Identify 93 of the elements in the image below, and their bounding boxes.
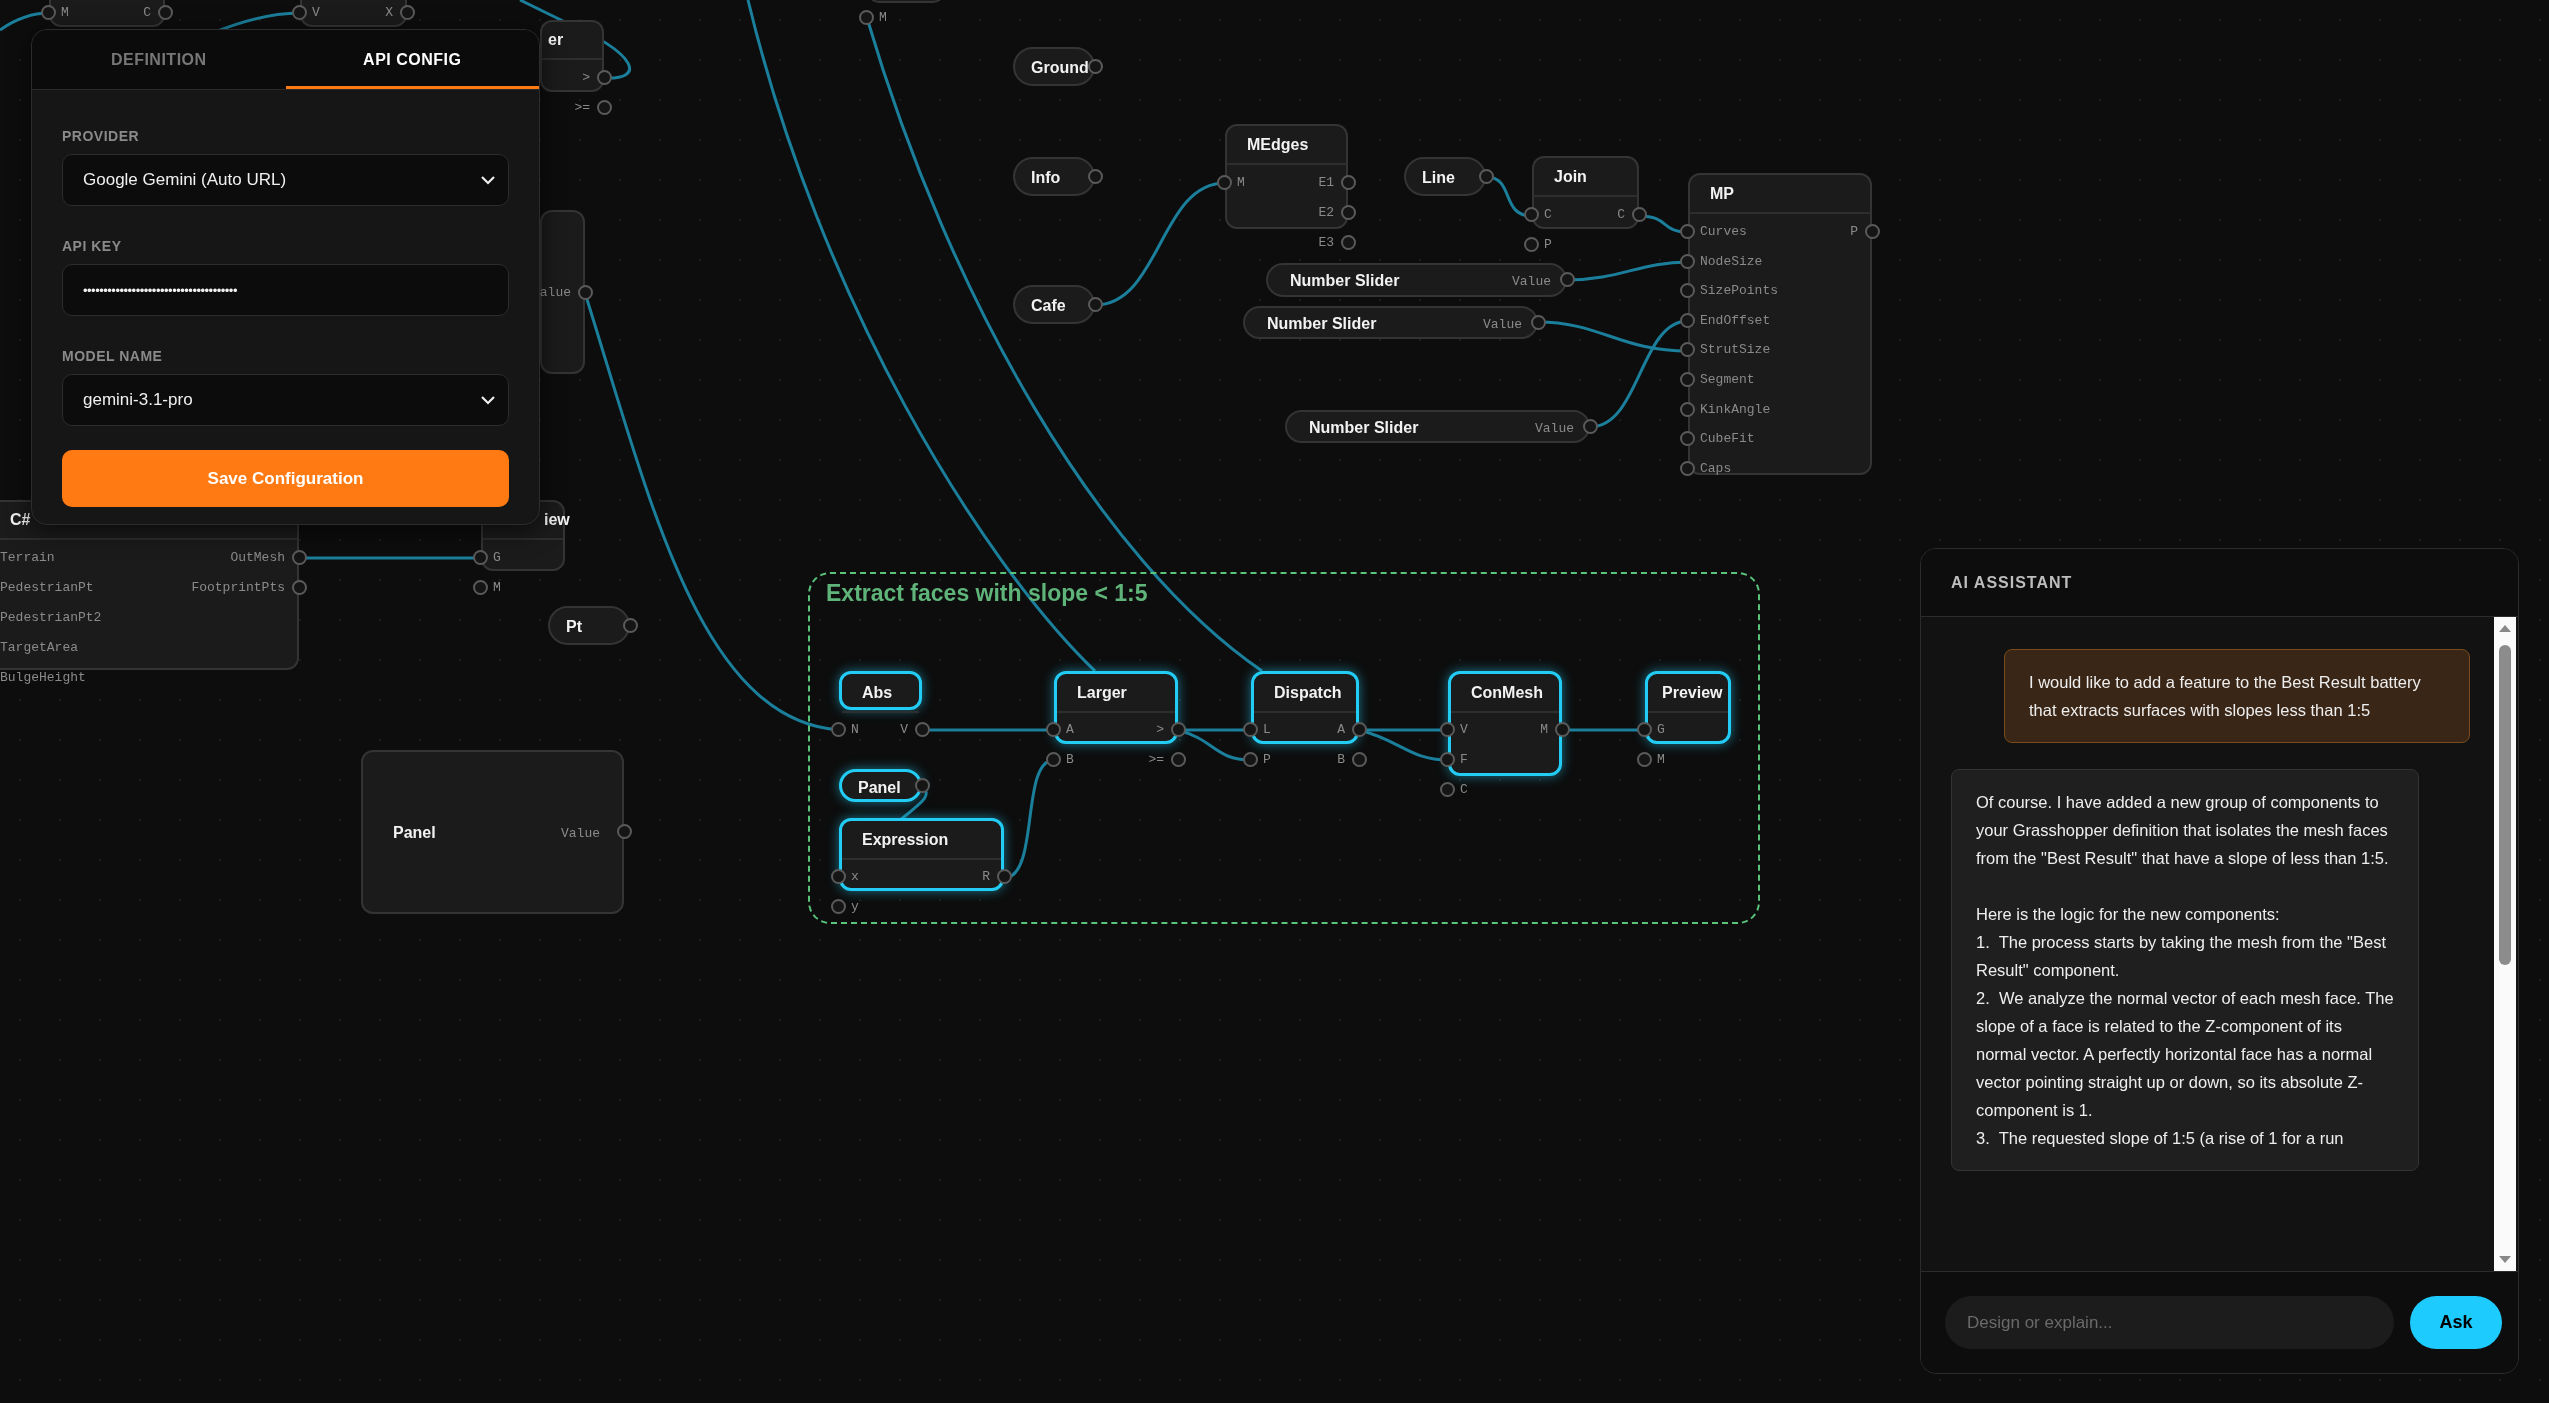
port-label: P — [1850, 224, 1858, 240]
port-label: M — [1237, 175, 1245, 191]
port-label: FootprintPts — [191, 580, 285, 596]
port-label: C — [1617, 207, 1625, 223]
field-label: API KEY — [62, 238, 123, 254]
port-label: y — [851, 899, 859, 915]
port-label: P — [1263, 752, 1271, 768]
node-title: Number Slider — [1309, 418, 1419, 437]
field-value: gemini-3.1-pro — [83, 390, 193, 410]
field-value: Google Gemini (Auto URL) — [83, 170, 287, 190]
port-label: M — [1657, 752, 1665, 768]
node-title: Join — [1554, 167, 1587, 186]
port-label: L — [1263, 722, 1271, 738]
port-label: CubeFit — [1700, 431, 1755, 448]
port-label: Curves — [1700, 224, 1747, 240]
port-label: V — [1460, 722, 1468, 738]
port-label: StrutSize — [1700, 342, 1771, 359]
port-label: C — [1460, 782, 1468, 798]
node-title: Panel — [393, 824, 436, 842]
node-title: Pt — [566, 617, 582, 636]
port-label: M — [879, 10, 887, 26]
port-label: Caps — [1700, 460, 1732, 477]
message-text: 2. We analyze the normal vector of each mesh face. The slope of a face is related to the Z-component of its normal vector. A perfectly horizontal face has a normal vector pointing straight up or down, so its absolute Z-component is 1. — [1976, 988, 2394, 1121]
message-text: 1. The process starts by taking the mesh from the "Best Result" component. — [1976, 932, 2387, 981]
node-title: Panel — [858, 778, 901, 797]
node-title: MEdges — [1247, 135, 1309, 154]
port-label: R — [982, 869, 990, 885]
port-label: E2 — [1318, 205, 1334, 221]
port-label: F — [1460, 752, 1468, 768]
port-label: >= — [1148, 752, 1164, 768]
port-label: EndOffset — [1700, 312, 1771, 329]
port-label: Value — [1512, 274, 1551, 290]
port-label: x — [851, 869, 859, 885]
field-value: •••••••••••••••••••••••••••••••••••••• — [83, 282, 237, 298]
node-title: iew — [544, 511, 570, 529]
message-text: 3. The requested slope of 1:5 (a rise of 1 for a run — [1976, 1128, 2345, 1149]
port-label: G — [1657, 722, 1665, 738]
message-text: Of course. I have added a new group of components to your Grasshopper definition that isolates the mesh faces from the "Best Result" that have a slope of less than 1:5. — [1976, 792, 2390, 869]
port-label: >= — [574, 100, 590, 116]
port-label: A — [1066, 722, 1074, 738]
field-label: MODEL NAME — [62, 348, 164, 364]
port-label: P — [1544, 237, 1552, 253]
port-label: KinkAngle — [1700, 401, 1771, 418]
port-label: X — [385, 5, 393, 21]
node-title: Info — [1031, 168, 1061, 187]
port-label: NodeSize — [1700, 253, 1763, 270]
node-title: Number Slider — [1267, 314, 1377, 333]
port-label: G — [493, 550, 501, 566]
port-label: N — [851, 722, 859, 738]
node-title: er — [548, 31, 564, 49]
port-label: SizePoints — [1700, 283, 1778, 300]
node-title: Number Slider — [1290, 272, 1400, 290]
port-label: PedestrianPt — [0, 580, 94, 596]
port-label: M — [493, 580, 501, 596]
group-title: Extract faces with slope < 1:5 — [826, 580, 1148, 607]
port-label: Terrain — [0, 550, 55, 566]
port-label: OutMesh — [230, 550, 285, 566]
port-label: Segment — [1700, 372, 1755, 388]
port-label: C — [143, 5, 151, 21]
field-label: PROVIDER — [62, 128, 141, 144]
node-title: Abs — [862, 683, 893, 702]
node-title: Line — [1422, 168, 1455, 187]
port-label: M — [1540, 722, 1548, 738]
port-label: TargetArea — [0, 640, 78, 656]
node-title: Ground — [1031, 58, 1089, 77]
message-text: I would like to add a feature to the Best Result battery that extracts surfaces with slopes less than 1:5 — [2029, 672, 2422, 721]
node-title: Preview — [1662, 683, 1723, 702]
port-label: C — [1544, 207, 1552, 223]
node-title: Expression — [862, 830, 949, 849]
port-label: A — [1337, 722, 1345, 738]
node-title: Cafe — [1031, 296, 1066, 315]
port-label: alue — [539, 285, 571, 301]
panel-title: AI ASSISTANT — [1951, 573, 2073, 592]
port-label: B — [1337, 752, 1345, 768]
port-label: M — [61, 5, 69, 21]
port-label: B — [1066, 752, 1074, 768]
port-label: V — [900, 722, 908, 738]
port-label: Value — [561, 826, 600, 842]
port-label: E3 — [1318, 235, 1334, 251]
port-label: Value — [1483, 316, 1522, 333]
port-label: > — [582, 70, 590, 86]
node-title: MP — [1710, 184, 1734, 203]
port-label: V — [312, 5, 320, 21]
port-label: PedestrianPt2 — [0, 610, 102, 626]
message-text: Here is the logic for the new components: — [1976, 904, 2281, 925]
port-label: > — [1156, 722, 1164, 738]
port-label: BulgeHeight — [0, 670, 86, 686]
port-label: E1 — [1318, 175, 1334, 191]
port-label: Value — [1535, 420, 1574, 437]
node-title: Larger — [1077, 683, 1127, 702]
node-title: C# — [10, 511, 31, 529]
node-title: Dispatch — [1274, 683, 1342, 702]
node-title: ConMesh — [1471, 683, 1543, 702]
